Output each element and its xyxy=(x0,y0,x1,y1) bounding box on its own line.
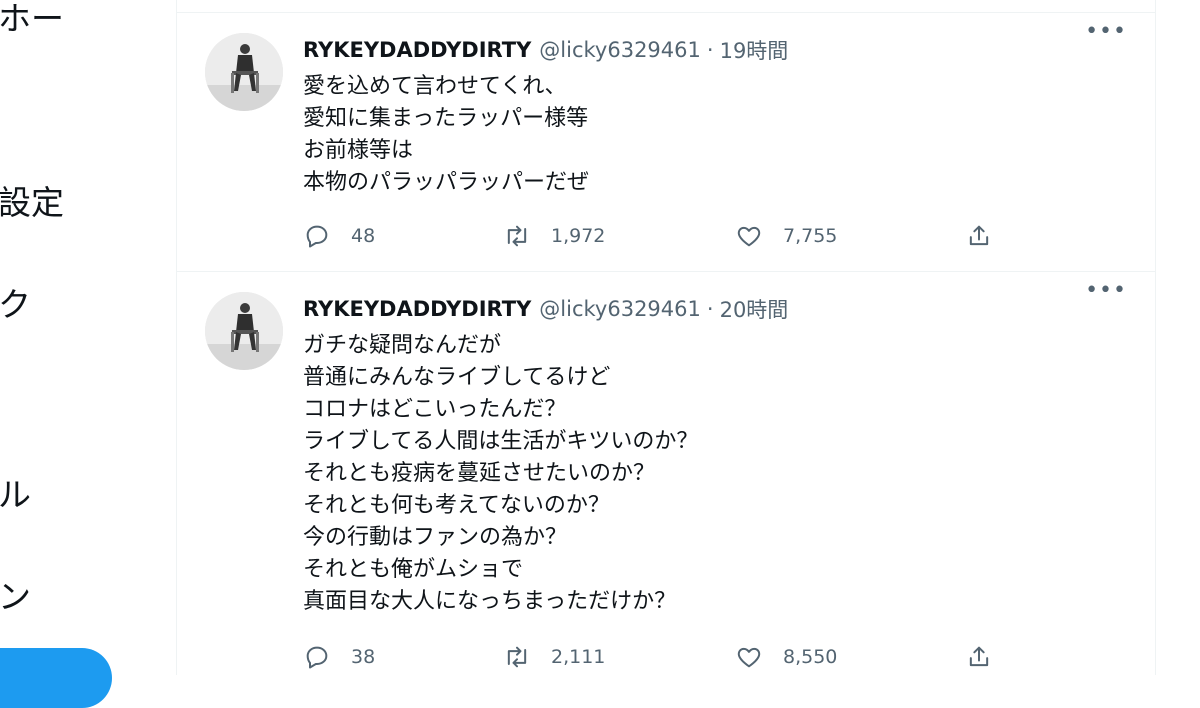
retweet-button[interactable]: 2,111 xyxy=(503,642,605,672)
tweet-header: RYKEYDADDYDIRTY @licky6329461 · 19時間 xyxy=(303,35,788,65)
more-icon[interactable]: ••• xyxy=(1085,278,1127,303)
retweet-icon xyxy=(507,225,527,247)
tweet-text: 愛を込めて言わせてくれ、 愛知に集まったラッパー様等 お前様等は 本物のパラッパ… xyxy=(303,71,589,199)
tweet-line: コロナはどこいったんだ？ xyxy=(303,397,567,422)
separator-dot: · xyxy=(706,297,714,321)
tweet[interactable]: RYKEYDADDYDIRTY @licky6329461 · 20時間 •••… xyxy=(177,272,1155,692)
share-button[interactable] xyxy=(965,642,993,672)
heart-icon xyxy=(737,226,761,247)
tweet-header: RYKEYDADDYDIRTY @licky6329461 · 20時間 xyxy=(303,294,788,324)
heart-icon xyxy=(737,647,761,668)
tweet-line: ライブしてる人間は生活がキツいのか？ xyxy=(303,429,699,454)
more-icon[interactable]: ••• xyxy=(1085,19,1127,44)
like-count: 7,755 xyxy=(783,225,838,247)
share-button[interactable] xyxy=(965,221,993,251)
compose-tweet-button[interactable] xyxy=(0,648,112,708)
reply-count: 48 xyxy=(351,225,376,247)
tweet-actions: 48 1,972 7,755 xyxy=(303,221,1123,251)
display-name[interactable]: RYKEYDADDYDIRTY xyxy=(303,297,531,321)
reply-icon xyxy=(306,225,328,248)
avatar[interactable] xyxy=(205,292,283,370)
timeline: RYKEYDADDYDIRTY @licky6329461 · 19時間 •••… xyxy=(176,0,1156,675)
avatar-image xyxy=(205,292,283,370)
share-icon xyxy=(969,225,989,246)
left-navigation: ホー 設定 ク ル ン xyxy=(0,0,176,708)
tweet-line: 愛を込めて言わせてくれ、 xyxy=(303,74,567,99)
tweet-line: 愛知に集まったラッパー様等 xyxy=(303,106,589,131)
tweet-line: お前様等は xyxy=(303,138,414,163)
tweet-text: ガチな疑問なんだが 普通にみんなライブしてるけど コロナはどこいったんだ？ ライ… xyxy=(303,330,698,618)
like-button[interactable]: 8,550 xyxy=(735,642,837,672)
tweet-line: それとも俺がムショで xyxy=(303,557,524,582)
reply-button[interactable]: 48 xyxy=(303,221,375,251)
retweet-icon xyxy=(507,646,527,668)
timestamp[interactable]: 19時間 xyxy=(720,35,789,65)
tweet-line: それとも何も考えてないのか？ xyxy=(303,493,610,518)
retweet-button[interactable]: 1,972 xyxy=(503,221,605,251)
avatar-image xyxy=(205,33,283,111)
tweet-line: 本物のパラッパラッパーだぜ xyxy=(303,170,590,195)
display-name[interactable]: RYKEYDADDYDIRTY xyxy=(303,38,531,62)
user-handle[interactable]: @licky6329461 xyxy=(539,297,701,321)
nav-item-fragment-3[interactable]: ク xyxy=(0,288,31,321)
timestamp[interactable]: 20時間 xyxy=(720,294,789,324)
tweet[interactable]: RYKEYDADDYDIRTY @licky6329461 · 19時間 •••… xyxy=(177,13,1155,272)
tweet-line: 今の行動はファンの為か？ xyxy=(303,525,568,550)
previous-tweet-edge xyxy=(177,0,1155,13)
user-handle[interactable]: @licky6329461 xyxy=(539,38,701,62)
tweet-actions: 38 2,111 8,550 xyxy=(303,642,1123,672)
avatar[interactable] xyxy=(205,33,283,111)
reply-icon xyxy=(306,646,328,669)
nav-item-fragment-4[interactable]: ル xyxy=(0,478,31,511)
tweet-line: ガチな疑問なんだが xyxy=(303,333,502,358)
share-icon xyxy=(969,646,989,667)
reply-count: 38 xyxy=(351,646,376,668)
tweet-line: 真面目な大人になっちまっただけか？ xyxy=(303,589,677,614)
retweet-count: 2,111 xyxy=(551,646,606,668)
like-button[interactable]: 7,755 xyxy=(735,221,837,251)
nav-item-fragment-5[interactable]: ン xyxy=(0,580,31,613)
separator-dot: · xyxy=(706,38,714,62)
reply-button[interactable]: 38 xyxy=(303,642,375,672)
tweet-line: それとも疫病を蔓延させたいのか？ xyxy=(303,461,656,486)
nav-item-fragment-2[interactable]: 設定 xyxy=(0,186,64,219)
like-count: 8,550 xyxy=(783,646,838,668)
nav-item-home-fragment[interactable]: ホー xyxy=(0,2,64,35)
tweet-line: 普通にみんなライブしてるけど xyxy=(303,365,611,390)
retweet-count: 1,972 xyxy=(551,225,606,247)
